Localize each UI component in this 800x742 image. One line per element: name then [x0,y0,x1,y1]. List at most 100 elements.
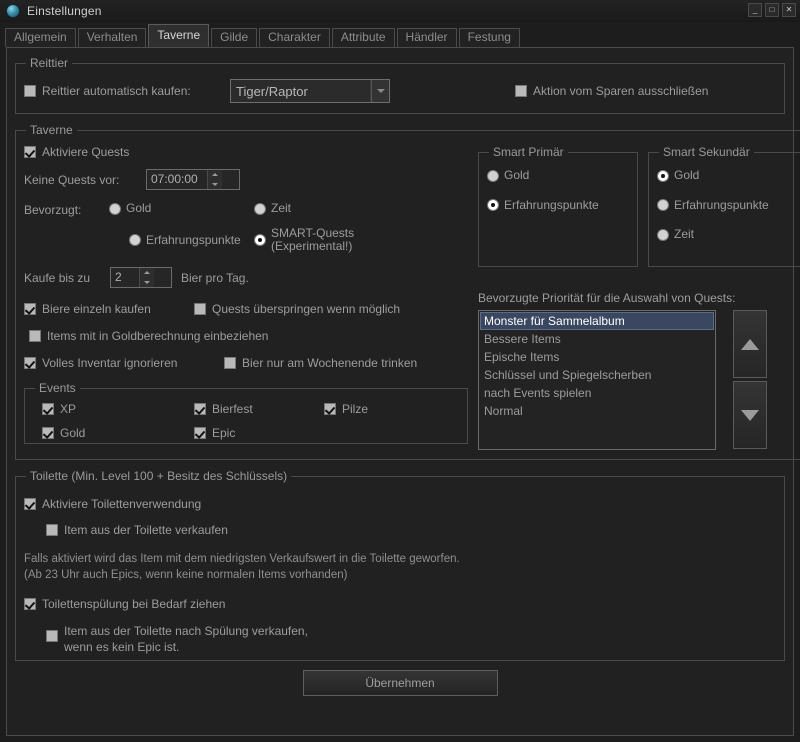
tab-taverne[interactable]: Taverne [148,24,210,47]
spinner-down-icon[interactable] [140,278,154,288]
radio-smart-secondary-erfahrungspunkte[interactable]: Erfahrungspunkte [657,197,769,212]
group-reittier: Reittier Reittier automatisch kaufen: Ti… [15,56,785,114]
arrow-up-icon [741,338,759,350]
checkbox-auto-buy-mount[interactable]: Reittier automatisch kaufen: [24,84,224,98]
list-quest-priority[interactable]: Monster für Sammelalbum Bessere Items Ep… [478,310,716,450]
list-item[interactable]: Schlüssel und Spiegelscherben [480,366,714,384]
radio-preferred-zeit[interactable]: Zeit [254,202,291,215]
radio-label: Gold [674,168,700,182]
checkbox-label: Bier nur am Wochenende trinken [242,356,418,370]
checkbox-event-xp[interactable]: XP [42,402,194,416]
checkbox-box [24,85,36,97]
select-mount-type[interactable]: Tiger/Raptor [230,79,390,103]
checkbox-label: Bierfest [212,402,253,416]
tab-allgemein[interactable]: Allgemein [5,28,76,47]
checkbox-box [194,427,206,439]
checkbox-event-pilze[interactable]: Pilze [324,402,368,416]
group-toilette: Toilette (Min. Level 100 + Besitz des Sc… [15,469,785,661]
checkbox-enable-toilet[interactable]: Aktiviere Toilettenverwendung [24,497,201,511]
tab-strip: Allgemein Verhalten Taverne Gilde Charak… [0,22,800,47]
checkbox-box [29,330,41,342]
checkbox-sell-item-from-toilet[interactable]: Item aus der Toilette verkaufen [46,523,228,537]
radio-label: Erfahrungspunkte [674,197,769,212]
checkbox-event-gold[interactable]: Gold [42,426,194,440]
radio-dot [657,199,669,211]
tab-festung[interactable]: Festung [458,28,520,47]
checkbox-enable-quests[interactable]: Aktiviere Quests [24,145,129,159]
checkbox-beer-only-weekend[interactable]: Bier nur am Wochenende trinken [224,356,417,370]
checkbox-label: Gold [60,426,86,440]
group-reittier-legend: Reittier [30,56,69,70]
radio-preferred-erfahrungspunkte[interactable]: Erfahrungspunkte [129,227,274,253]
toilet-note-line-1: Falls aktiviert wird das Item mit dem ni… [24,553,460,565]
spinner-down-icon[interactable] [208,180,222,190]
checkbox-pull-flush-when-needed[interactable]: Toilettenspülung bei Bedarf ziehen [24,597,225,611]
checkbox-ignore-full-inventory[interactable]: Volles Inventar ignorieren [24,356,224,370]
list-item[interactable]: Bessere Items [480,330,714,348]
input-beer-per-day[interactable]: 2 [110,267,172,288]
checkbox-label: Aktion vom Sparen ausschließen [533,84,709,98]
tab-charakter[interactable]: Charakter [259,28,330,47]
tab-panel-taverne: Reittier Reittier automatisch kaufen: Ti… [6,47,800,736]
radio-dot [657,169,669,182]
footer: Übernehmen [15,670,785,696]
tab-attribute[interactable]: Attribute [331,28,395,47]
label-no-quests-before: Keine Quests vor: [24,172,120,187]
maximize-button[interactable]: □ [765,3,779,17]
radio-dot [487,169,499,182]
checkbox-event-bierfest[interactable]: Bierfest [194,402,324,416]
radio-smart-secondary-zeit[interactable]: Zeit [657,228,694,241]
select-mount-value: Tiger/Raptor [231,80,371,102]
checkbox-label: Reittier automatisch kaufen: [42,84,191,98]
group-events: Events XP Bierfest Pilze Gold Epic [24,381,468,444]
spinner-up-icon[interactable] [140,268,154,278]
toilet-note-line-2: (Ab 23 Uhr auch Epics, wenn keine normal… [24,569,348,581]
radio-label: Erfahrungspunkte [504,197,599,212]
list-item[interactable]: Normal [480,402,714,420]
checkbox-box [46,524,58,536]
chevron-down-icon[interactable] [371,80,389,102]
radio-smart-secondary-gold[interactable]: Gold [657,169,699,182]
checkbox-exclude-from-saving[interactable]: Aktion vom Sparen ausschließen [515,84,708,98]
checkbox-box [46,630,58,642]
list-item[interactable]: Monster für Sammelalbum [480,312,714,330]
checkbox-buy-beer-individually[interactable]: Biere einzeln kaufen [24,302,194,316]
checkbox-include-items-gold-calc[interactable]: Items mit in Goldberechnung einbeziehen [29,329,268,343]
input-no-quests-before[interactable]: 07:00:00 [146,169,240,190]
checkbox-skip-quests[interactable]: Quests überspringen wenn möglich [194,302,400,316]
radio-preferred-smart-quests[interactable]: SMART-Quests (Experimental!) [254,227,354,253]
checkbox-sell-item-after-flush[interactable]: Item aus der Toilette nach Spülung verka… [46,623,308,655]
spinner-up-icon[interactable] [208,170,222,180]
close-button[interactable]: ✕ [782,3,796,17]
tab-gilde[interactable]: Gilde [211,28,258,47]
move-down-button[interactable] [733,381,767,449]
checkbox-label: Toilettenspülung bei Bedarf ziehen [42,597,226,611]
checkbox-label: Items mit in Goldberechnung einbeziehen [47,329,269,343]
radio-dot [129,234,141,246]
group-taverne-legend: Taverne [30,123,73,137]
group-smart-primary-legend: Smart Primär [493,145,564,159]
move-up-button[interactable] [733,310,767,378]
minimize-button[interactable]: _ [748,3,762,17]
list-item[interactable]: nach Events spielen [480,384,714,402]
window-controls: _ □ ✕ [748,3,796,17]
radio-preferred-gold[interactable]: Gold [109,202,254,215]
radio-dot [487,199,499,211]
spinner-buttons[interactable] [139,268,154,287]
checkbox-label-sub: wenn es kein Epic ist. [64,640,180,654]
label-beer-per-day: Bier pro Tag. [181,270,249,285]
checkbox-event-epic[interactable]: Epic [194,426,235,440]
spinner-buttons[interactable] [207,170,222,189]
tab-verhalten[interactable]: Verhalten [77,28,147,47]
apply-button[interactable]: Übernehmen [302,670,498,696]
checkbox-box [24,357,36,369]
radio-label: Gold [504,168,530,182]
list-item[interactable]: Epische Items [480,348,714,366]
radio-smart-primary-gold[interactable]: Gold [487,169,529,182]
radio-dot [657,228,669,241]
checkbox-box [24,146,36,158]
radio-smart-primary-erfahrungspunkte[interactable]: Erfahrungspunkte [487,197,599,212]
checkbox-label: Aktiviere Toilettenverwendung [42,497,202,511]
tab-haendler[interactable]: Händler [396,28,457,47]
input-value: 07:00:00 [151,172,198,186]
